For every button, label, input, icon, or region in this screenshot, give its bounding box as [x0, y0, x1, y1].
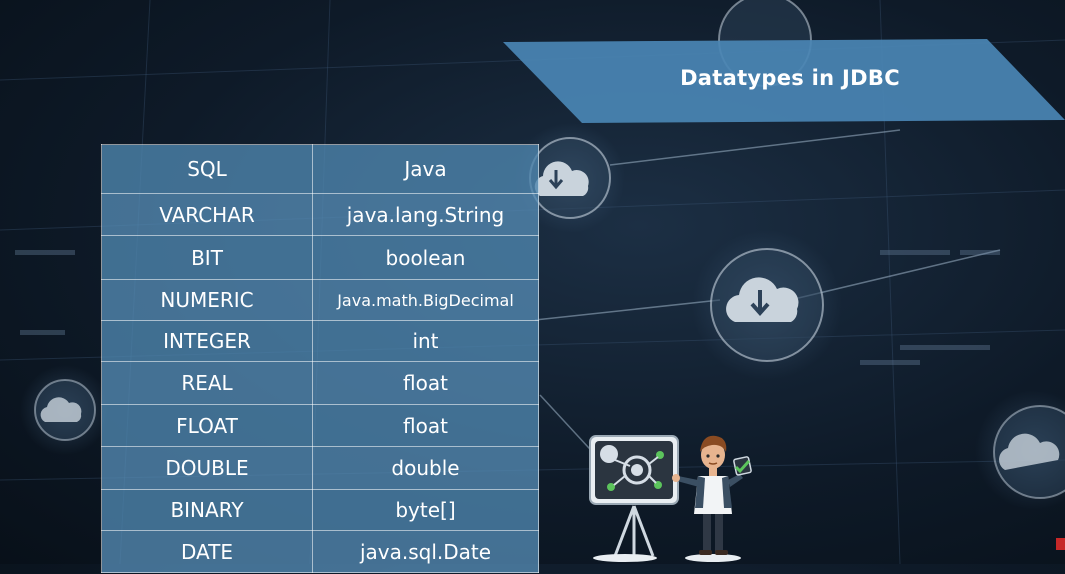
- whiteboard-icon: [589, 435, 679, 562]
- sql-type-cell: BINARY: [101, 489, 313, 531]
- table-row: BIT boolean: [101, 235, 539, 280]
- java-type-cell: boolean: [312, 235, 539, 280]
- sql-type-cell: DATE: [101, 530, 313, 573]
- corner-badge: [1056, 538, 1065, 550]
- table-row: NUMERIC Java.math.BigDecimal: [101, 279, 539, 321]
- table-row: FLOAT float: [101, 404, 539, 447]
- header-sql: SQL: [101, 144, 313, 194]
- sql-type-cell: REAL: [101, 361, 313, 405]
- java-type-cell: float: [312, 361, 539, 405]
- datatype-table: SQL Java VARCHAR java.lang.String BIT bo…: [101, 144, 539, 574]
- cloud-download-icon: [710, 248, 824, 362]
- java-type-cell: int: [312, 320, 539, 362]
- java-type-cell: float: [312, 404, 539, 447]
- presenter-illustration: [589, 435, 752, 562]
- sql-type-cell: INTEGER: [101, 320, 313, 362]
- table-row: VARCHAR java.lang.String: [101, 193, 539, 236]
- cloud-upload-icon: [34, 379, 96, 441]
- java-type-cell: byte[]: [312, 489, 539, 531]
- slide-title: Datatypes in JDBC: [680, 66, 900, 90]
- java-type-cell: double: [312, 446, 539, 490]
- sql-type-cell: FLOAT: [101, 404, 313, 447]
- java-type-cell: java.sql.Date: [312, 530, 539, 573]
- cloud-download-icon: [529, 137, 611, 219]
- table-row: BINARY byte[]: [101, 489, 539, 531]
- table-header-row: SQL Java: [101, 144, 539, 194]
- table-row: DATE java.sql.Date: [101, 530, 539, 573]
- sql-type-cell: VARCHAR: [101, 193, 313, 236]
- java-type-cell: java.lang.String: [312, 193, 539, 236]
- table-row: DOUBLE double: [101, 446, 539, 490]
- title-banner: [503, 39, 1065, 123]
- java-type-cell: Java.math.BigDecimal: [312, 279, 539, 321]
- header-java: Java: [312, 144, 539, 194]
- presenter-figure: [672, 435, 752, 562]
- sql-type-cell: NUMERIC: [101, 279, 313, 321]
- table-row: REAL float: [101, 361, 539, 405]
- sql-type-cell: DOUBLE: [101, 446, 313, 490]
- sql-type-cell: BIT: [101, 235, 313, 280]
- table-row: INTEGER int: [101, 320, 539, 362]
